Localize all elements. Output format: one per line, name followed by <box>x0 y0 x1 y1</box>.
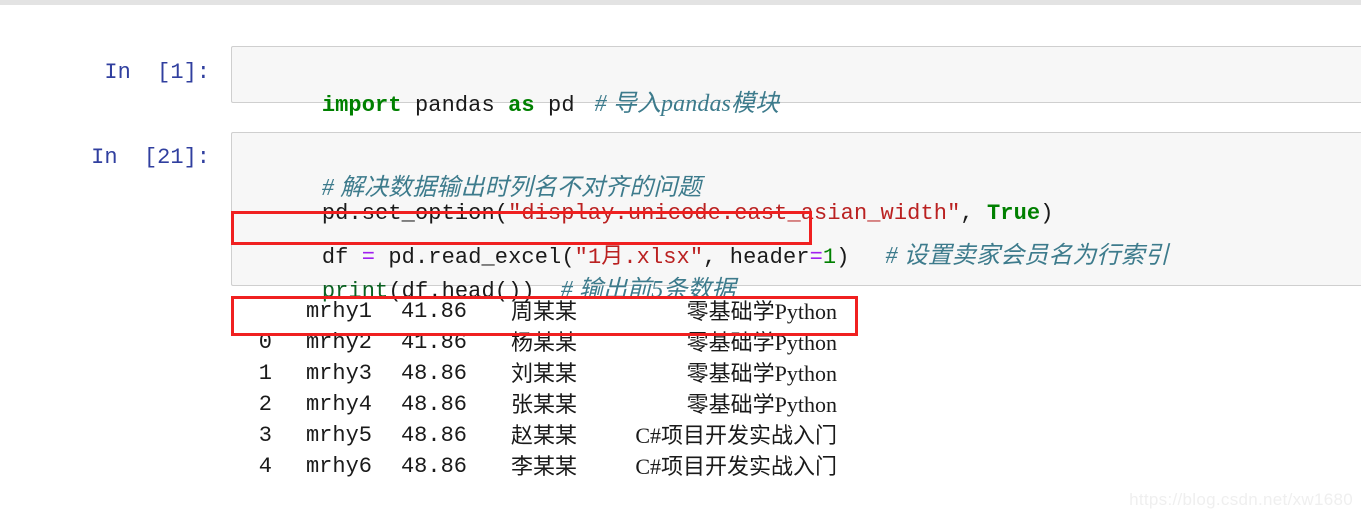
row-name: 李某某 <box>510 454 577 479</box>
row-member-id: mrhy3 <box>305 361 372 386</box>
table-row: 0 mrhy2 41.86 杨某某 零基础学Python <box>242 327 1142 358</box>
row-name: 赵某某 <box>510 423 577 448</box>
cell-2-output-area: mrhy1 41.86 周某某 零基础学Python 0 mrhy2 41.86… <box>242 296 1142 482</box>
row-member-id: mrhy5 <box>305 423 372 448</box>
token-rparen-2: ) <box>836 245 850 270</box>
row-book: 零基础学Python <box>686 361 837 386</box>
row-book: 零基础学Python <box>686 299 837 324</box>
row-index <box>242 296 272 327</box>
table-row: mrhy1 41.86 周某某 零基础学Python <box>242 296 1142 327</box>
token-header-val: 1 <box>822 245 837 270</box>
table-row: 3 mrhy5 48.86 赵某某 C#项目开发实战入门 <box>242 420 1142 451</box>
row-name: 刘某某 <box>510 361 577 386</box>
row-member-id: mrhy6 <box>305 454 372 479</box>
row-member-id: mrhy2 <box>305 330 372 355</box>
row-value: 48.86 <box>400 454 467 479</box>
token-as: as <box>508 93 535 118</box>
row-book: 零基础学Python <box>686 330 837 355</box>
token-pd: pd <box>548 93 575 118</box>
row-index: 1 <box>258 361 272 386</box>
cell-2-prompt-label: In [21]: <box>91 145 210 170</box>
table-row: 2 mrhy4 48.86 张某某 零基础学Python <box>242 389 1142 420</box>
row-value: 41.86 <box>400 330 467 355</box>
cell-2-line-3-comment: # 设置卖家会员名为行索引 <box>885 243 1169 269</box>
row-index: 3 <box>258 423 272 448</box>
row-book: C#项目开发实战入门 <box>635 454 837 479</box>
watermark-text: https://blog.csdn.net/xw1680 <box>1129 490 1353 509</box>
row-value: 41.86 <box>400 299 467 324</box>
token-pandas: pandas <box>414 93 495 118</box>
row-index: 4 <box>258 454 272 479</box>
row-name: 杨某某 <box>510 330 577 355</box>
row-index: 2 <box>258 392 272 417</box>
token-assign-2: = <box>809 245 823 270</box>
row-value: 48.86 <box>400 423 467 448</box>
cell-1-line-1: import pandas as pd # 导入pandas模块 <box>242 58 779 143</box>
token-import: import <box>321 93 402 118</box>
token-space-1 <box>402 93 415 118</box>
cell-1-line-1-comment: # 导入pandas模块 <box>594 91 780 117</box>
row-member-id: mrhy1 <box>305 299 372 324</box>
row-value: 48.86 <box>400 361 467 386</box>
row-book: 零基础学Python <box>686 392 837 417</box>
row-book: C#项目开发实战入门 <box>635 423 837 448</box>
top-gray-band <box>0 0 1361 5</box>
row-name: 张某某 <box>510 392 577 417</box>
row-value: 48.86 <box>400 392 467 417</box>
token-space-3 <box>535 93 548 118</box>
cell-1-code-editor[interactable]: import pandas as pd # 导入pandas模块 <box>231 46 1361 118</box>
row-index: 0 <box>258 330 272 355</box>
cell-1-prompt-label: In [1]: <box>104 60 210 85</box>
table-row: 4 mrhy6 48.86 李某某 C#项目开发实战入门 <box>242 451 1142 482</box>
token-space-2 <box>495 93 508 118</box>
row-name: 周某某 <box>510 299 577 324</box>
table-row: 1 mrhy3 48.86 刘某某 零基础学Python <box>242 358 1142 389</box>
row-member-id: mrhy4 <box>305 392 372 417</box>
cell-2-code-editor[interactable]: # 解决数据输出时列名不对齐的问题 pd.set_option("display… <box>231 132 1361 304</box>
